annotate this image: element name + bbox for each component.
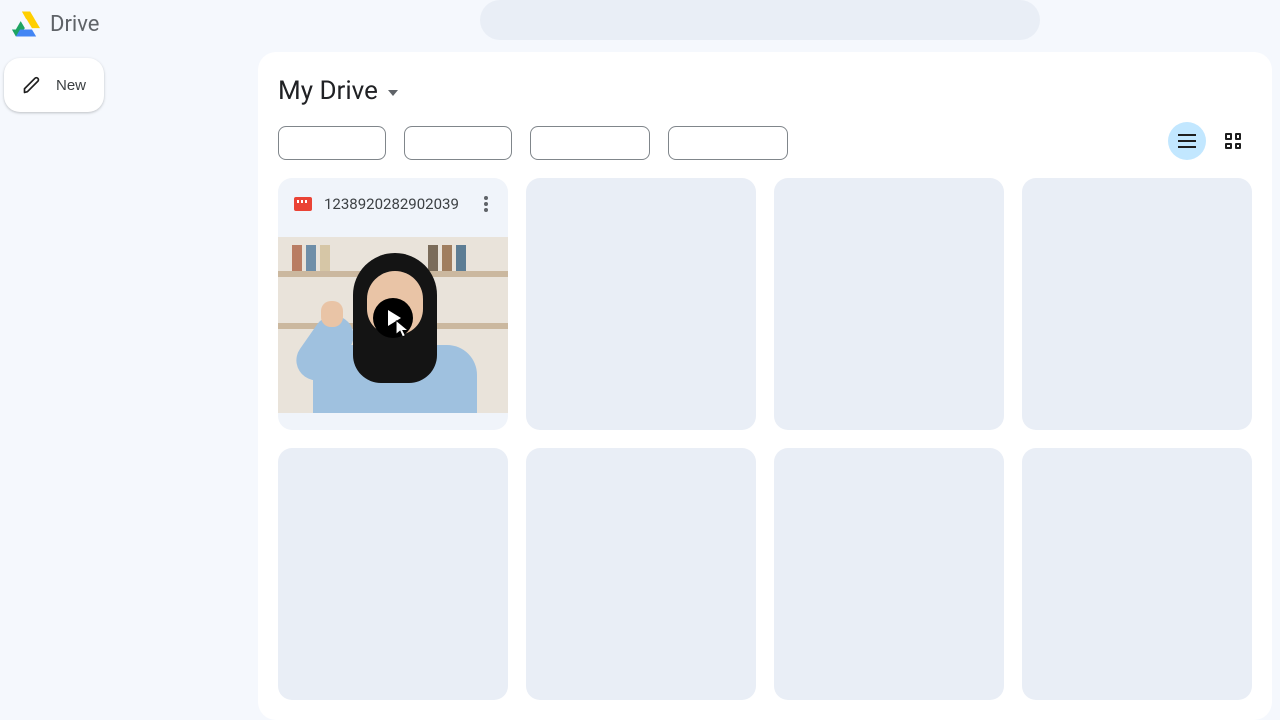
app-name: Drive — [50, 12, 99, 37]
breadcrumb-title: My Drive — [278, 76, 378, 106]
file-thumbnail[interactable] — [278, 226, 508, 430]
new-button[interactable]: New — [4, 58, 104, 112]
placeholder-tile — [1022, 178, 1252, 430]
search-bar[interactable] — [480, 0, 1040, 40]
thumbnail-image — [278, 237, 508, 413]
placeholder-tile — [526, 178, 756, 430]
filter-chip-3[interactable] — [530, 126, 650, 160]
placeholder-tile — [526, 448, 756, 700]
filter-chip-2[interactable] — [404, 126, 512, 160]
list-icon — [1178, 134, 1196, 148]
more-vertical-icon — [484, 196, 488, 212]
list-view-button[interactable] — [1168, 122, 1206, 160]
video-file-icon — [294, 197, 312, 211]
file-tile-header: 1238920282902039 — [278, 178, 508, 226]
breadcrumb[interactable]: My Drive — [258, 52, 1272, 116]
play-icon — [373, 298, 413, 338]
filter-row — [258, 116, 1272, 178]
placeholder-tile — [278, 448, 508, 700]
file-tile[interactable]: 1238920282902039 — [278, 178, 508, 430]
more-actions-button[interactable] — [476, 192, 496, 216]
filter-chip-1[interactable] — [278, 126, 386, 160]
pencil-icon — [22, 75, 42, 95]
new-button-label: New — [56, 77, 86, 94]
file-name: 1238920282902039 — [324, 195, 464, 213]
drive-logo-icon — [12, 11, 40, 37]
app-header: Drive — [0, 0, 1280, 48]
file-grid: 1238920282902039 — [258, 178, 1272, 720]
grid-view-button[interactable] — [1214, 122, 1252, 160]
grid-icon — [1225, 133, 1241, 149]
main-panel: My Drive 1238920282902039 — [258, 52, 1272, 720]
app-logo[interactable]: Drive — [12, 11, 99, 37]
filter-chip-4[interactable] — [668, 126, 788, 160]
placeholder-tile — [1022, 448, 1252, 700]
caret-down-icon — [388, 90, 398, 96]
placeholder-tile — [774, 448, 1004, 700]
view-toggles — [1168, 122, 1252, 160]
sidebar: New — [4, 58, 244, 112]
placeholder-tile — [774, 178, 1004, 430]
